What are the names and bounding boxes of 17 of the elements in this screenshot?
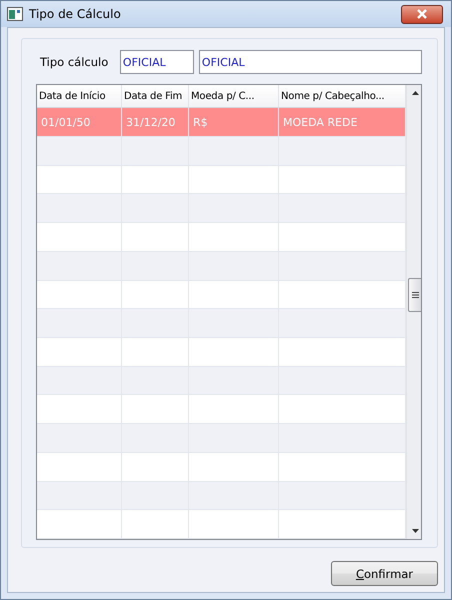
vertical-scrollbar[interactable] [406,85,421,539]
table-cell: 31/12/20 [122,108,189,136]
close-button[interactable] [401,4,443,24]
code-field[interactable]: OFICIAL [120,50,194,74]
table-cell: 01/01/50 [37,108,122,136]
scroll-thumb[interactable] [408,278,421,312]
column-header[interactable]: Nome p/ Cabeçalho... [279,85,406,108]
column-header[interactable]: Moeda p/ C... [189,85,279,108]
table-cell: R$ [189,108,279,136]
column-header[interactable]: Data de Fim [122,85,189,108]
confirm-button[interactable]: Confirmar [331,561,438,586]
field-label: Tipo cálculo [39,55,110,69]
window-icon [7,7,23,21]
description-field[interactable]: OFICIAL [198,50,422,74]
column-header[interactable]: Data de Início [37,85,122,108]
window-title: Tipo de Cálculo [29,7,122,21]
close-icon [416,9,428,19]
